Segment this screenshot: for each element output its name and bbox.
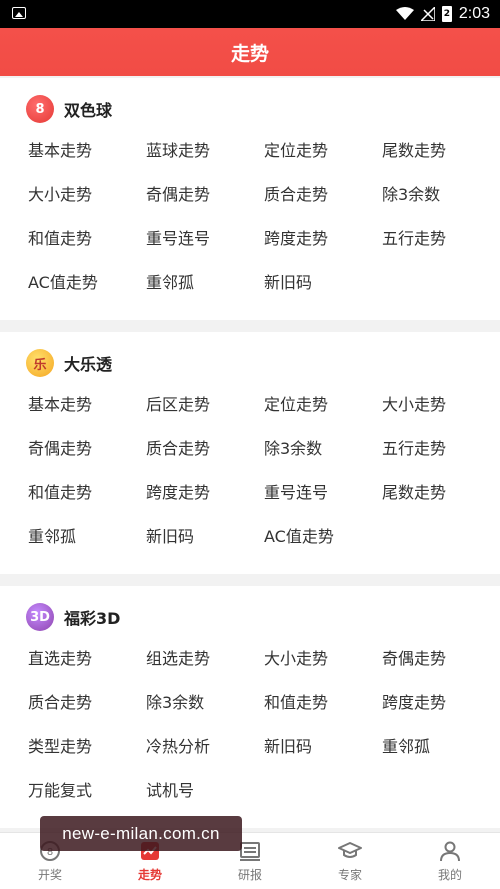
battery-icon: 2: [441, 6, 452, 22]
trend-link[interactable]: 和值走势: [28, 228, 146, 272]
section-header: 乐 大乐透: [26, 348, 112, 378]
trend-link[interactable]: 定位走势: [264, 140, 382, 184]
section-header: 3D 福彩3D: [26, 602, 120, 632]
fucai3d-logo-icon: 3D: [26, 603, 54, 631]
trend-links: 直选走势 组选走势 大小走势 奇偶走势 质合走势 除3余数 和值走势 跨度走势 …: [28, 648, 500, 824]
trend-link[interactable]: 除3余数: [146, 692, 264, 736]
section-shuangseqiu: 8 双色球 基本走势 蓝球走势 定位走势 尾数走势 大小走势 奇偶走势 质合走势…: [0, 78, 500, 320]
trend-link[interactable]: 基本走势: [28, 140, 146, 184]
trend-link[interactable]: AC值走势: [264, 526, 382, 570]
watermark: new-e-milan.com.cn: [40, 816, 242, 851]
graduation-cap-icon: [338, 842, 362, 858]
daletou-logo-icon: 乐: [26, 349, 54, 377]
trend-link[interactable]: 除3余数: [382, 184, 500, 228]
trend-link[interactable]: 质合走势: [264, 184, 382, 228]
trend-link[interactable]: 重邻孤: [28, 526, 146, 570]
trend-link[interactable]: 尾数走势: [382, 140, 500, 184]
trend-link[interactable]: 直选走势: [28, 648, 146, 692]
trend-link[interactable]: 重邻孤: [146, 272, 264, 316]
section-title: 福彩3D: [64, 609, 121, 628]
trend-link[interactable]: 冷热分析: [146, 736, 264, 780]
trend-link[interactable]: 跨度走势: [146, 482, 264, 526]
trend-link[interactable]: 大小走势: [382, 394, 500, 438]
app-bar: 走势: [0, 28, 500, 76]
trend-link[interactable]: 定位走势: [264, 394, 382, 438]
user-icon: [440, 841, 460, 862]
tab-label: 走势: [137, 868, 162, 882]
status-icons: 2 2:03: [395, 4, 490, 24]
battery-level: 2: [443, 9, 450, 19]
section-daletou: 乐 大乐透 基本走势 后区走势 定位走势 大小走势 奇偶走势 质合走势 除3余数…: [0, 332, 500, 574]
tab-label: 研报: [237, 868, 262, 882]
section-title: 大乐透: [64, 355, 113, 374]
tab-label: 开奖: [37, 868, 62, 882]
tab-wode[interactable]: 我的: [400, 833, 500, 889]
no-signal-icon: [420, 7, 435, 21]
trend-link[interactable]: 除3余数: [264, 438, 382, 482]
page-title: 走势: [230, 42, 269, 65]
trend-link[interactable]: 基本走势: [28, 394, 146, 438]
trend-link[interactable]: 质合走势: [146, 438, 264, 482]
tab-label: 专家: [337, 868, 362, 882]
trend-links: 基本走势 后区走势 定位走势 大小走势 奇偶走势 质合走势 除3余数 五行走势 …: [28, 394, 500, 570]
trend-link[interactable]: 蓝球走势: [146, 140, 264, 184]
trend-link[interactable]: 尾数走势: [382, 482, 500, 526]
trend-link[interactable]: 奇偶走势: [382, 648, 500, 692]
trend-link[interactable]: 重号连号: [264, 482, 382, 526]
trend-link[interactable]: 大小走势: [28, 184, 146, 228]
trend-link[interactable]: 大小走势: [264, 648, 382, 692]
trend-link[interactable]: 后区走势: [146, 394, 264, 438]
trend-link[interactable]: 和值走势: [28, 482, 146, 526]
section-title: 双色球: [64, 101, 113, 120]
trend-link[interactable]: 和值走势: [264, 692, 382, 736]
image-notification-icon: [12, 7, 26, 19]
trend-link[interactable]: 五行走势: [382, 228, 500, 272]
trend-link[interactable]: 跨度走势: [382, 692, 500, 736]
trend-link[interactable]: 奇偶走势: [28, 438, 146, 482]
trend-link[interactable]: 新旧码: [264, 736, 382, 780]
trend-link[interactable]: 组选走势: [146, 648, 264, 692]
status-time: 2:03: [458, 5, 490, 22]
trend-link[interactable]: AC值走势: [28, 272, 146, 316]
trend-link[interactable]: 质合走势: [28, 692, 146, 736]
trend-link[interactable]: 新旧码: [146, 526, 264, 570]
shuangseqiu-logo-icon: 8: [26, 95, 54, 123]
wifi-icon: [395, 7, 414, 20]
trend-link[interactable]: 重号连号: [146, 228, 264, 272]
trend-link[interactable]: 类型走势: [28, 736, 146, 780]
trend-links: 基本走势 蓝球走势 定位走势 尾数走势 大小走势 奇偶走势 质合走势 除3余数 …: [28, 140, 500, 316]
tab-zhuanjia[interactable]: 专家: [300, 833, 400, 889]
trend-link[interactable]: 奇偶走势: [146, 184, 264, 228]
tab-label: 我的: [437, 868, 462, 882]
trend-link[interactable]: 跨度走势: [264, 228, 382, 272]
status-bar: 2 2:03: [0, 0, 500, 28]
trend-link[interactable]: 新旧码: [264, 272, 382, 316]
trend-link[interactable]: 重邻孤: [382, 736, 500, 780]
section-header: 8 双色球: [26, 94, 112, 124]
trend-link[interactable]: 五行走势: [382, 438, 500, 482]
section-fucai3d: 3D 福彩3D 直选走势 组选走势 大小走势 奇偶走势 质合走势 除3余数 和值…: [0, 586, 500, 828]
